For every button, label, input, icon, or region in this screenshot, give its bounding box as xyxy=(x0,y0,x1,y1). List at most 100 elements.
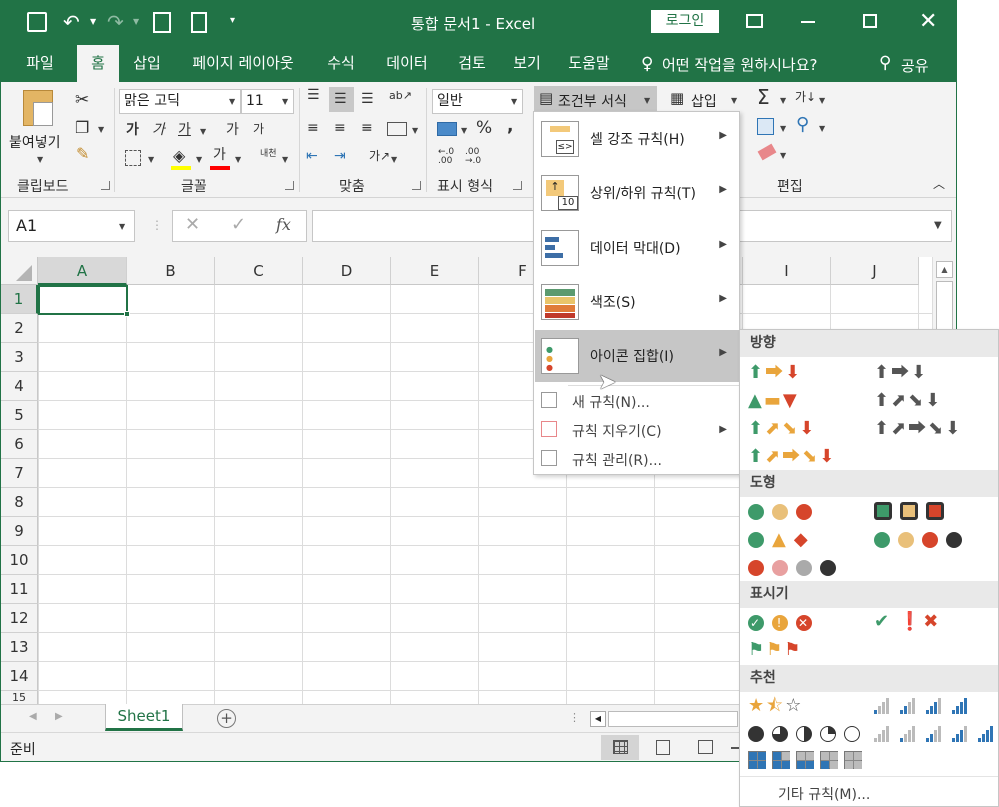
fill-color-icon[interactable]: ◈ xyxy=(173,148,185,164)
fill-dropdown-icon[interactable]: ▼ xyxy=(780,124,786,133)
paste-dropdown-icon[interactable]: ▼ xyxy=(37,155,43,164)
close-icon[interactable]: ✕ xyxy=(919,9,937,34)
merge-dropdown-icon[interactable]: ▼ xyxy=(412,126,418,135)
icon-set-5-ratings[interactable] xyxy=(874,725,999,743)
row-header-10[interactable]: 10 xyxy=(1,546,38,575)
font-name-dropdown-icon[interactable]: ▼ xyxy=(229,97,235,106)
tab-view[interactable]: 보기 xyxy=(504,45,550,82)
insert-cells-button[interactable]: 삽입 xyxy=(691,91,717,111)
icon-set-5-arrows-colored[interactable]: ⬆⬈⮕⬊⬇ xyxy=(748,448,836,466)
fill-handle[interactable] xyxy=(124,311,130,317)
menu-highlight-cells-rules[interactable]: ≤> 셀 강조 규칙(H) ▶ xyxy=(535,113,739,165)
number-format-combo[interactable]: 일반 xyxy=(432,89,523,114)
wrap-text-icon[interactable] xyxy=(387,122,407,136)
share-icon[interactable]: ⚲ xyxy=(879,53,891,73)
percent-button[interactable]: % xyxy=(476,120,492,137)
icon-set-3-flags[interactable]: ⚑⚑⚑ xyxy=(748,641,802,659)
align-bottom-icon[interactable]: ☰ xyxy=(361,92,374,106)
sheet-prev-icon[interactable]: ◀ xyxy=(29,711,37,722)
number-format-dropdown-icon[interactable]: ▼ xyxy=(511,97,517,106)
row-header-2[interactable]: 2 xyxy=(1,314,38,343)
horizontal-scroll-thumb[interactable] xyxy=(608,711,738,727)
menu-data-bars[interactable]: 데이터 막대(D) ▶ xyxy=(535,222,739,274)
icon-set-3-symbols[interactable]: ✔ ❗✖ xyxy=(874,613,940,631)
customize-toolbar-icon[interactable]: ▾ xyxy=(230,15,235,26)
paste-button[interactable]: 붙여넣기 xyxy=(9,132,61,152)
menu-manage-rules[interactable]: 규칙 관리(R)... xyxy=(535,444,739,473)
icon-set-3-arrows-gray[interactable]: ⬆⮕⬇ xyxy=(874,364,928,382)
row-header-13[interactable]: 13 xyxy=(1,633,38,662)
accounting-format-icon[interactable] xyxy=(437,122,457,136)
enter-icon[interactable]: ✓ xyxy=(231,214,246,235)
tab-review[interactable]: 검토 xyxy=(447,45,497,82)
undo-dropdown-icon[interactable]: ▼ xyxy=(90,17,96,26)
icon-set-4-arrows-colored[interactable]: ⬆⬈⬊⬇ xyxy=(748,420,816,438)
name-box-dropdown-icon[interactable]: ▼ xyxy=(119,222,125,231)
expand-formula-bar-icon[interactable]: ▼ xyxy=(934,220,942,231)
cancel-icon[interactable]: ✕ xyxy=(185,214,200,235)
maximize-icon[interactable] xyxy=(863,14,877,28)
phonetic-dropdown-icon[interactable]: ▼ xyxy=(282,155,288,164)
row-header-8[interactable]: 8 xyxy=(1,488,38,517)
page-break-view-icon[interactable] xyxy=(698,740,713,754)
row-header-15[interactable]: 15 xyxy=(1,691,38,704)
comma-button[interactable]: , xyxy=(507,118,513,135)
find-select-icon[interactable]: ⚲ xyxy=(796,116,809,134)
number-launcher-icon[interactable] xyxy=(513,181,522,190)
sort-filter-dropdown-icon[interactable]: ▼ xyxy=(819,96,825,105)
text-direction-dropdown-icon[interactable]: ▼ xyxy=(391,155,397,164)
font-size-dropdown-icon[interactable]: ▼ xyxy=(282,97,288,106)
print-preview-icon[interactable] xyxy=(153,12,171,33)
menu-clear-rules[interactable]: 규칙 지우기(C) ▶ xyxy=(535,415,739,444)
phonetic-button[interactable]: 내천 xyxy=(260,150,277,159)
icon-set-3-symbols-circled[interactable]: ✓! ✕ xyxy=(748,614,820,632)
grow-font-button[interactable]: 가 xyxy=(226,123,239,137)
tell-me-search[interactable]: 어떤 작업을 원하시나요? xyxy=(662,54,818,75)
row-header-3[interactable]: 3 xyxy=(1,343,38,372)
cut-icon[interactable]: ✂ xyxy=(75,92,89,109)
row-header-12[interactable]: 12 xyxy=(1,604,38,633)
tab-help[interactable]: 도움말 xyxy=(557,45,621,82)
font-color-button[interactable]: 가 xyxy=(213,148,226,162)
icon-set-3-arrows-colored[interactable]: ⬆⮕⬇ xyxy=(748,364,802,382)
row-header-5[interactable]: 5 xyxy=(1,401,38,430)
text-direction-icon[interactable]: 가↗ xyxy=(369,150,390,162)
new-document-icon[interactable] xyxy=(191,12,207,33)
alignment-launcher-icon[interactable] xyxy=(412,181,421,190)
icon-set-3-traffic-lights-rimmed[interactable] xyxy=(874,502,952,520)
column-header-i[interactable]: I xyxy=(743,257,831,285)
redo-icon[interactable]: ↷ xyxy=(107,10,124,34)
autosum-dropdown-icon[interactable]: ▼ xyxy=(780,96,786,105)
column-header-a[interactable]: A xyxy=(38,257,127,285)
tab-insert[interactable]: 삽입 xyxy=(123,45,171,82)
tab-formulas[interactable]: 수식 xyxy=(316,45,366,82)
scroll-left-icon[interactable]: ◀ xyxy=(590,711,606,727)
icon-set-3-traffic-lights[interactable] xyxy=(748,503,820,521)
insert-dropdown-icon[interactable]: ▼ xyxy=(731,96,737,105)
row-header-14[interactable]: 14 xyxy=(1,662,38,691)
underline-dropdown-icon[interactable]: ▼ xyxy=(200,127,206,136)
sort-filter-icon[interactable]: 가↓ xyxy=(795,91,816,103)
column-header-e[interactable]: E xyxy=(391,257,479,285)
column-header-j[interactable]: J xyxy=(831,257,919,285)
menu-icon-sets[interactable]: ● ● ● 아이콘 집합(I) ▶ xyxy=(535,330,739,382)
font-color-dropdown-icon[interactable]: ▼ xyxy=(235,155,241,164)
format-painter-icon[interactable]: ✎ xyxy=(76,146,89,162)
tab-data[interactable]: 데이터 xyxy=(375,45,439,82)
italic-button[interactable]: 가 xyxy=(152,123,165,137)
name-box[interactable]: A1 xyxy=(8,210,135,242)
decrease-decimal-icon[interactable]: .00 →.0 xyxy=(465,148,481,166)
clipboard-launcher-icon[interactable] xyxy=(101,181,110,190)
clear-icon[interactable] xyxy=(757,143,777,161)
collapse-ribbon-icon[interactable]: ︿ xyxy=(933,178,945,190)
row-header-7[interactable]: 7 xyxy=(1,459,38,488)
undo-icon[interactable]: ↶ xyxy=(63,10,80,34)
icon-set-3-triangles[interactable]: ▲▬▼ xyxy=(748,392,799,410)
font-launcher-icon[interactable] xyxy=(285,181,294,190)
align-right-icon[interactable]: ≡ xyxy=(361,121,373,135)
share-button[interactable]: 공유 xyxy=(901,55,929,76)
tab-home[interactable]: 홈 xyxy=(77,45,119,82)
tab-page-layout[interactable]: 페이지 레이아웃 xyxy=(181,45,305,82)
column-header-c[interactable]: C xyxy=(215,257,303,285)
font-name-combo[interactable]: 맑은 고딕 xyxy=(119,89,241,114)
